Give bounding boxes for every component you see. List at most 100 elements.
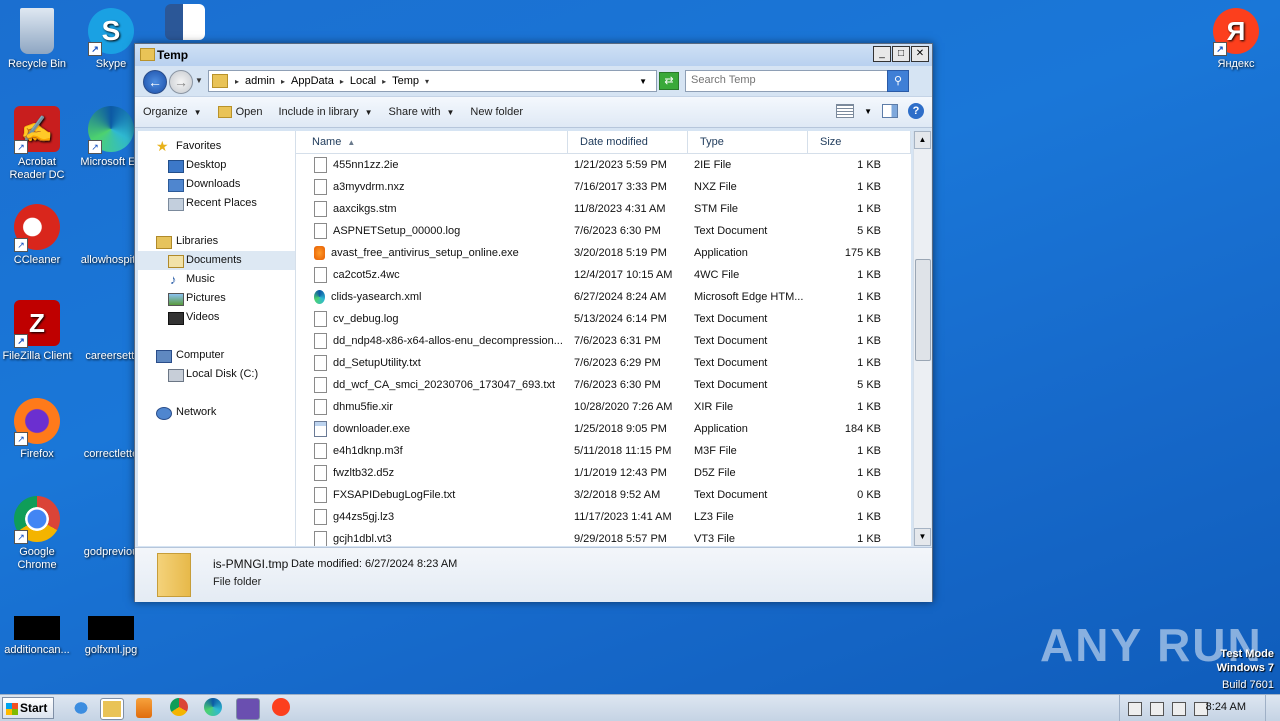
file-name[interactable]: downloader.exe (296, 421, 566, 437)
new-folder-button[interactable]: New folder (462, 106, 531, 118)
breadcrumb-admin[interactable]: admin (245, 75, 275, 87)
file-row[interactable]: avast_free_antivirus_setup_online.exe 3/2… (296, 242, 911, 264)
maximize-button[interactable]: □ (892, 46, 910, 62)
desktop-icon-yandex[interactable]: Я ↗ Яндекс (1199, 8, 1273, 71)
file-row[interactable]: cv_debug.log 5/13/2024 6:14 PM Text Docume… (296, 308, 911, 330)
yandex-taskbar-icon[interactable] (272, 698, 290, 716)
file-name[interactable]: fwzltb32.d5z (296, 465, 566, 481)
chevron-right-icon[interactable]: ▸ (235, 77, 239, 86)
nav-music[interactable]: ♪ Music (138, 270, 295, 289)
file-name[interactable]: a3myvdrm.nxz (296, 179, 566, 195)
chevron-down-icon[interactable]: ▼ (864, 107, 872, 116)
file-name[interactable]: clids-yasearch.xml (296, 290, 566, 304)
vertical-scrollbar[interactable]: ▲ ▼ (913, 131, 931, 546)
file-row[interactable]: 455nn1zz.2ie 1/21/2023 5:59 PM 2IE File 1 K… (296, 154, 911, 176)
nav-recent-places[interactable]: Recent Places (138, 194, 295, 213)
file-row[interactable]: dd_ndp48-x86-x64-allos-enu_decompression… (296, 330, 911, 352)
breadcrumb-appdata[interactable]: AppData (291, 75, 334, 87)
explorer-taskbar-icon[interactable] (100, 698, 124, 720)
nav-downloads[interactable]: Downloads (138, 175, 295, 194)
breadcrumb-temp[interactable]: Temp (392, 75, 419, 87)
network-tray-icon[interactable] (1150, 702, 1164, 716)
file-name[interactable]: aaxcikgs.stm (296, 201, 566, 217)
show-desktop-button[interactable] (1265, 695, 1280, 721)
change-view-icon[interactable] (836, 104, 855, 118)
file-row[interactable]: e4h1dknp.m3f 5/11/2018 11:15 PM M3F File 1 … (296, 440, 911, 462)
desktop-icon-recycle-bin[interactable]: Recycle Bin (0, 8, 74, 71)
scroll-down-button[interactable]: ▼ (914, 528, 931, 546)
nav-network[interactable]: Network (138, 403, 295, 422)
nav-documents[interactable]: Documents (138, 251, 295, 270)
file-name[interactable]: dd_ndp48-x86-x64-allos-enu_decompression… (296, 333, 566, 349)
desktop-icon-golfxml[interactable]: golfxml.jpg (74, 616, 148, 657)
file-name[interactable]: gcjh1dbl.vt3 (296, 531, 566, 546)
close-button[interactable]: ✕ (911, 46, 929, 62)
file-name[interactable]: dhmu5fie.xir (296, 399, 566, 415)
nav-local-disk[interactable]: Local Disk (C:) (138, 365, 295, 384)
chevron-right-icon[interactable]: ▾ (425, 77, 429, 86)
title-bar[interactable]: Temp _ □ ✕ (135, 44, 932, 66)
include-in-library-button[interactable]: Include in library ▼ (270, 106, 380, 118)
chevron-right-icon[interactable]: ▸ (281, 77, 285, 86)
breadcrumb[interactable]: ▸ admin ▸ AppData ▸ Local ▸ Temp ▾ ▼ (208, 70, 657, 92)
chevron-right-icon[interactable]: ▸ (340, 77, 344, 86)
desktop-icon-firefox[interactable]: ↗ Firefox (0, 398, 74, 461)
file-row[interactable]: FXSAPIDebugLogFile.txt 3/2/2018 9:52 AM Te… (296, 484, 911, 506)
desktop-icon-word-doc[interactable] (148, 4, 222, 44)
search-input[interactable] (686, 71, 886, 89)
file-row[interactable]: ASPNETSetup_00000.log 7/6/2023 6:30 PM Tex… (296, 220, 911, 242)
refresh-button[interactable]: ⇄ (659, 72, 679, 90)
file-row[interactable]: dd_SetupUtility.txt 7/6/2023 6:29 PM Text … (296, 352, 911, 374)
minimize-button[interactable]: _ (873, 46, 891, 62)
breadcrumb-local[interactable]: Local (350, 75, 376, 87)
recent-pages-dropdown[interactable]: ▼ (195, 76, 203, 85)
nav-pictures[interactable]: Pictures (138, 289, 295, 308)
desktop-icon-filezilla[interactable]: Z ↗ FileZilla Client (0, 300, 74, 363)
file-name[interactable]: dd_wcf_CA_smci_20230706_173047_693.txt (296, 377, 566, 393)
file-name[interactable]: ASPNETSetup_00000.log (296, 223, 566, 239)
nav-favorites[interactable]: ★ Favorites (138, 137, 295, 156)
forward-button[interactable]: → (169, 70, 193, 94)
show-hidden-icons-icon[interactable] (1128, 702, 1142, 716)
search-icon[interactable]: ⚲ (887, 70, 909, 92)
column-header-type[interactable]: Type (688, 131, 808, 153)
file-name[interactable]: avast_free_antivirus_setup_online.exe (296, 246, 566, 260)
file-row[interactable]: downloader.exe 1/25/2018 9:05 PM Applicati… (296, 418, 911, 440)
column-header-size[interactable]: Size (808, 131, 911, 153)
app-taskbar-icon[interactable] (236, 698, 260, 720)
back-button[interactable]: ← (143, 70, 167, 94)
file-row[interactable]: a3myvdrm.nxz 7/16/2017 3:33 PM NXZ File 1 K… (296, 176, 911, 198)
file-row[interactable]: aaxcikgs.stm 11/8/2023 4:31 AM STM File 1 K… (296, 198, 911, 220)
file-name[interactable]: FXSAPIDebugLogFile.txt (296, 487, 566, 503)
file-name[interactable]: ca2cot5z.4wc (296, 267, 566, 283)
desktop-icon-additioncan[interactable]: additioncan... (0, 616, 74, 657)
file-name[interactable]: g44zs5gj.lz3 (296, 509, 566, 525)
file-name[interactable]: e4h1dknp.m3f (296, 443, 566, 459)
chrome-taskbar-icon[interactable] (170, 698, 188, 716)
help-icon[interactable]: ? (908, 103, 924, 119)
desktop-icon-ccleaner[interactable]: ↗ CCleaner (0, 204, 74, 267)
scroll-thumb[interactable] (915, 259, 931, 361)
file-name[interactable]: dd_SetupUtility.txt (296, 355, 566, 371)
media-player-taskbar-icon[interactable] (136, 698, 152, 718)
share-with-button[interactable]: Share with ▼ (381, 106, 463, 118)
desktop-icon-acrobat[interactable]: ✍ ↗ Acrobat Reader DC (0, 106, 74, 182)
open-button[interactable]: Open (210, 106, 271, 119)
address-dropdown[interactable]: ▼ (639, 77, 647, 86)
file-row[interactable]: g44zs5gj.lz3 11/17/2023 1:41 AM LZ3 File 1 … (296, 506, 911, 528)
search-box[interactable]: ⚲ (685, 70, 909, 92)
volume-tray-icon[interactable] (1172, 702, 1186, 716)
chevron-right-icon[interactable]: ▸ (382, 77, 386, 86)
file-name[interactable]: cv_debug.log (296, 311, 566, 327)
file-row[interactable]: fwzltb32.d5z 1/1/2019 12:43 PM D5Z File 1 K… (296, 462, 911, 484)
ie-taskbar-icon[interactable] (70, 698, 92, 718)
file-name[interactable]: 455nn1zz.2ie (296, 157, 566, 173)
nav-desktop[interactable]: Desktop (138, 156, 295, 175)
column-header-date[interactable]: Date modified (568, 131, 688, 153)
file-row[interactable]: dhmu5fie.xir 10/28/2020 7:26 AM XIR File 1 … (296, 396, 911, 418)
nav-libraries[interactable]: Libraries (138, 232, 295, 251)
clock[interactable]: 8:24 AM (1206, 701, 1246, 713)
desktop-icon-chrome[interactable]: ↗ Google Chrome (0, 496, 74, 572)
file-row[interactable]: dd_wcf_CA_smci_20230706_173047_693.txt 7/… (296, 374, 911, 396)
nav-computer[interactable]: Computer (138, 346, 295, 365)
